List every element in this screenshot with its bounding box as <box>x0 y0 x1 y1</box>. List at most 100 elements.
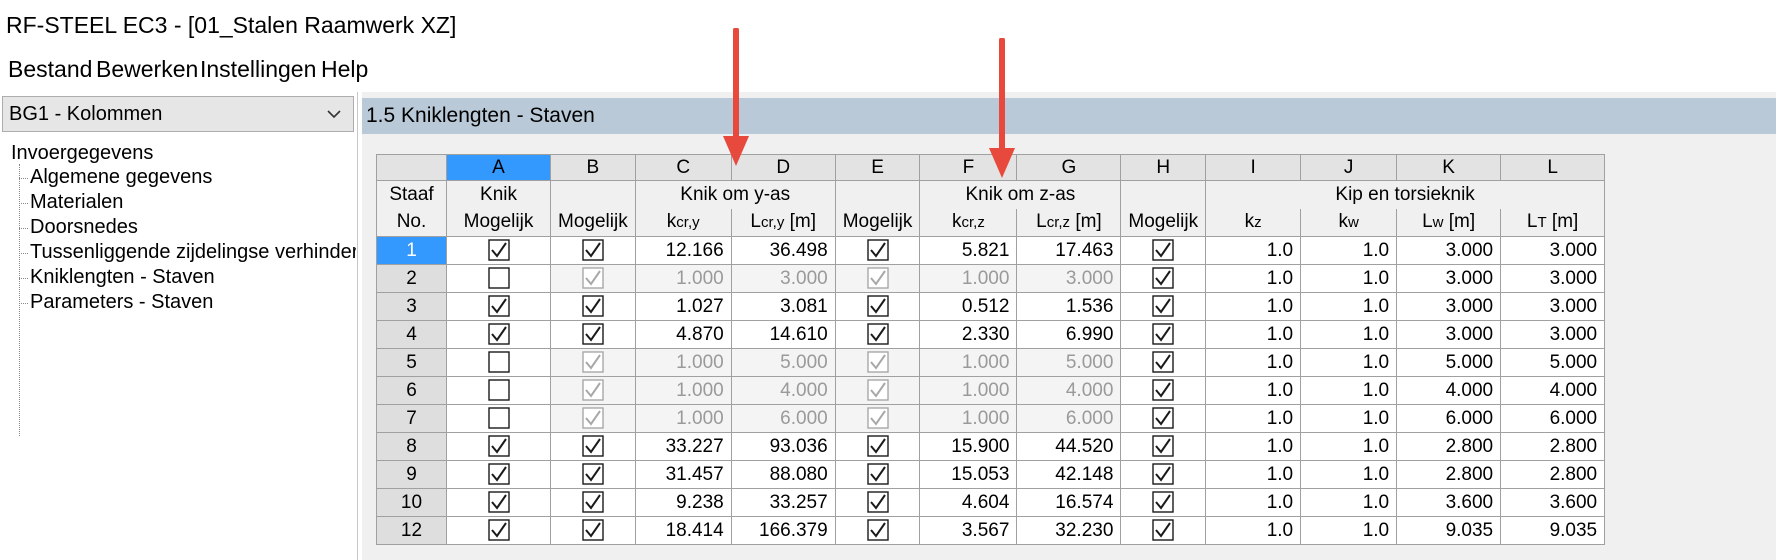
cell-lcry[interactable]: 88.080 <box>730 460 836 489</box>
cell-lt[interactable]: 4.000 <box>1500 376 1606 405</box>
cell-kcrz[interactable]: 1.000 <box>919 376 1018 405</box>
cell-lcrz[interactable]: 32.230 <box>1016 516 1122 545</box>
cell-lcry[interactable]: 14.610 <box>730 320 836 349</box>
table-row[interactable]: 3 1.027 3.081 0.512 1.536 1.0 1.0 3.000 3.000 <box>376 292 1606 321</box>
table-row[interactable]: 5 1.000 5.000 1.000 5.000 1.0 1.0 5.000 5.000 <box>376 348 1606 377</box>
cell-kcrz[interactable]: 1.000 <box>919 348 1018 377</box>
checkbox-e-mogelijk[interactable] <box>834 236 921 265</box>
cell-kz[interactable]: 1.0 <box>1205 348 1302 377</box>
cell-kw[interactable]: 1.0 <box>1300 488 1398 517</box>
column-letter-b[interactable]: B <box>550 154 636 181</box>
cell-lcry[interactable]: 6.000 <box>730 404 836 433</box>
cell-lt[interactable]: 3.000 <box>1500 264 1606 293</box>
row-number[interactable]: 9 <box>376 460 447 489</box>
cell-lt[interactable]: 3.000 <box>1500 320 1606 349</box>
cell-kcrz[interactable]: 5.821 <box>919 236 1018 265</box>
checkbox-knik-mogelijk[interactable] <box>446 264 551 293</box>
menu-instellingen[interactable]: Instellingen <box>200 56 316 83</box>
cell-lw[interactable]: 2.800 <box>1396 432 1502 461</box>
cell-kcrz[interactable]: 15.900 <box>919 432 1018 461</box>
tree-item-doorsnedes[interactable]: Doorsnedes <box>30 216 356 239</box>
cell-kcry[interactable]: 12.166 <box>634 236 732 265</box>
column-letter-e[interactable]: E <box>834 154 921 181</box>
checkbox-b-mogelijk[interactable] <box>550 376 636 405</box>
cell-kcrz[interactable]: 3.567 <box>919 516 1018 545</box>
cell-lcry[interactable]: 5.000 <box>730 348 836 377</box>
cell-kcrz[interactable]: 15.053 <box>919 460 1018 489</box>
cell-kcrz[interactable]: 2.330 <box>919 320 1018 349</box>
cell-lcry[interactable]: 166.379 <box>730 516 836 545</box>
cell-lcrz[interactable]: 44.520 <box>1016 432 1122 461</box>
cell-kw[interactable]: 1.0 <box>1300 264 1398 293</box>
cell-kw[interactable]: 1.0 <box>1300 516 1398 545</box>
cell-kcry[interactable]: 1.000 <box>634 348 732 377</box>
cell-kcrz[interactable]: 0.512 <box>919 292 1018 321</box>
checkbox-e-mogelijk[interactable] <box>834 460 921 489</box>
cell-lt[interactable]: 9.035 <box>1500 516 1606 545</box>
row-number[interactable]: 12 <box>376 516 447 545</box>
cell-lw[interactable]: 9.035 <box>1396 516 1502 545</box>
checkbox-e-mogelijk[interactable] <box>834 488 921 517</box>
tree-item-materialen[interactable]: Materialen <box>30 191 356 214</box>
table-row[interactable]: 10 9.238 33.257 4.604 16.574 1.0 1.0 3.600 3.600 <box>376 488 1606 517</box>
cell-kcry[interactable]: 33.227 <box>634 432 732 461</box>
checkbox-e-mogelijk[interactable] <box>834 516 921 545</box>
cell-kcrz[interactable]: 1.000 <box>919 264 1018 293</box>
checkbox-h-mogelijk[interactable] <box>1120 432 1207 461</box>
cell-kz[interactable]: 1.0 <box>1205 404 1302 433</box>
tree-item-algemene-gegevens[interactable]: Algemene gegevens <box>30 166 356 189</box>
checkbox-h-mogelijk[interactable] <box>1120 488 1207 517</box>
cell-lcry[interactable]: 33.257 <box>730 488 836 517</box>
checkbox-b-mogelijk[interactable] <box>550 292 636 321</box>
tree-item-tussenliggende[interactable]: Tussenliggende zijdelingse verhinderinge… <box>30 241 356 264</box>
cell-kcrz[interactable]: 1.000 <box>919 404 1018 433</box>
cell-lcry[interactable]: 3.081 <box>730 292 836 321</box>
checkbox-e-mogelijk[interactable] <box>834 376 921 405</box>
menu-help[interactable]: Help <box>321 56 368 83</box>
cell-kz[interactable]: 1.0 <box>1205 516 1302 545</box>
cell-lcrz[interactable]: 6.000 <box>1016 404 1122 433</box>
cell-kcry[interactable]: 1.027 <box>634 292 732 321</box>
row-number[interactable]: 8 <box>376 432 447 461</box>
checkbox-knik-mogelijk[interactable] <box>446 236 551 265</box>
cell-kz[interactable]: 1.0 <box>1205 236 1302 265</box>
checkbox-knik-mogelijk[interactable] <box>446 488 551 517</box>
row-number[interactable]: 10 <box>376 488 447 517</box>
cell-kz[interactable]: 1.0 <box>1205 432 1302 461</box>
row-number[interactable]: 7 <box>376 404 447 433</box>
table-row[interactable]: 4 4.870 14.610 2.330 6.990 1.0 1.0 3.000 3.000 <box>376 320 1606 349</box>
cell-lt[interactable]: 6.000 <box>1500 404 1606 433</box>
row-number[interactable]: 2 <box>376 264 447 293</box>
cell-lcry[interactable]: 4.000 <box>730 376 836 405</box>
checkbox-b-mogelijk[interactable] <box>550 404 636 433</box>
checkbox-b-mogelijk[interactable] <box>550 236 636 265</box>
cell-kcry[interactable]: 1.000 <box>634 404 732 433</box>
checkbox-b-mogelijk[interactable] <box>550 320 636 349</box>
cell-lw[interactable]: 6.000 <box>1396 404 1502 433</box>
checkbox-e-mogelijk[interactable] <box>834 292 921 321</box>
cell-lt[interactable]: 5.000 <box>1500 348 1606 377</box>
cell-kw[interactable]: 1.0 <box>1300 236 1398 265</box>
cell-lw[interactable]: 3.000 <box>1396 320 1502 349</box>
checkbox-h-mogelijk[interactable] <box>1120 516 1207 545</box>
checkbox-b-mogelijk[interactable] <box>550 264 636 293</box>
cell-kw[interactable]: 1.0 <box>1300 320 1398 349</box>
cell-lw[interactable]: 3.000 <box>1396 264 1502 293</box>
checkbox-b-mogelijk[interactable] <box>550 460 636 489</box>
cell-lcrz[interactable]: 4.000 <box>1016 376 1122 405</box>
checkbox-knik-mogelijk[interactable] <box>446 292 551 321</box>
checkbox-h-mogelijk[interactable] <box>1120 292 1207 321</box>
column-letter-a[interactable]: A <box>446 154 551 181</box>
cell-lcrz[interactable]: 42.148 <box>1016 460 1122 489</box>
cell-lcrz[interactable]: 17.463 <box>1016 236 1122 265</box>
row-number[interactable]: 5 <box>376 348 447 377</box>
cell-lcrz[interactable]: 6.990 <box>1016 320 1122 349</box>
checkbox-h-mogelijk[interactable] <box>1120 236 1207 265</box>
cell-lcry[interactable]: 3.000 <box>730 264 836 293</box>
cell-kw[interactable]: 1.0 <box>1300 292 1398 321</box>
checkbox-knik-mogelijk[interactable] <box>446 516 551 545</box>
checkbox-knik-mogelijk[interactable] <box>446 376 551 405</box>
cell-lt[interactable]: 3.000 <box>1500 292 1606 321</box>
cell-kw[interactable]: 1.0 <box>1300 348 1398 377</box>
cell-lw[interactable]: 5.000 <box>1396 348 1502 377</box>
